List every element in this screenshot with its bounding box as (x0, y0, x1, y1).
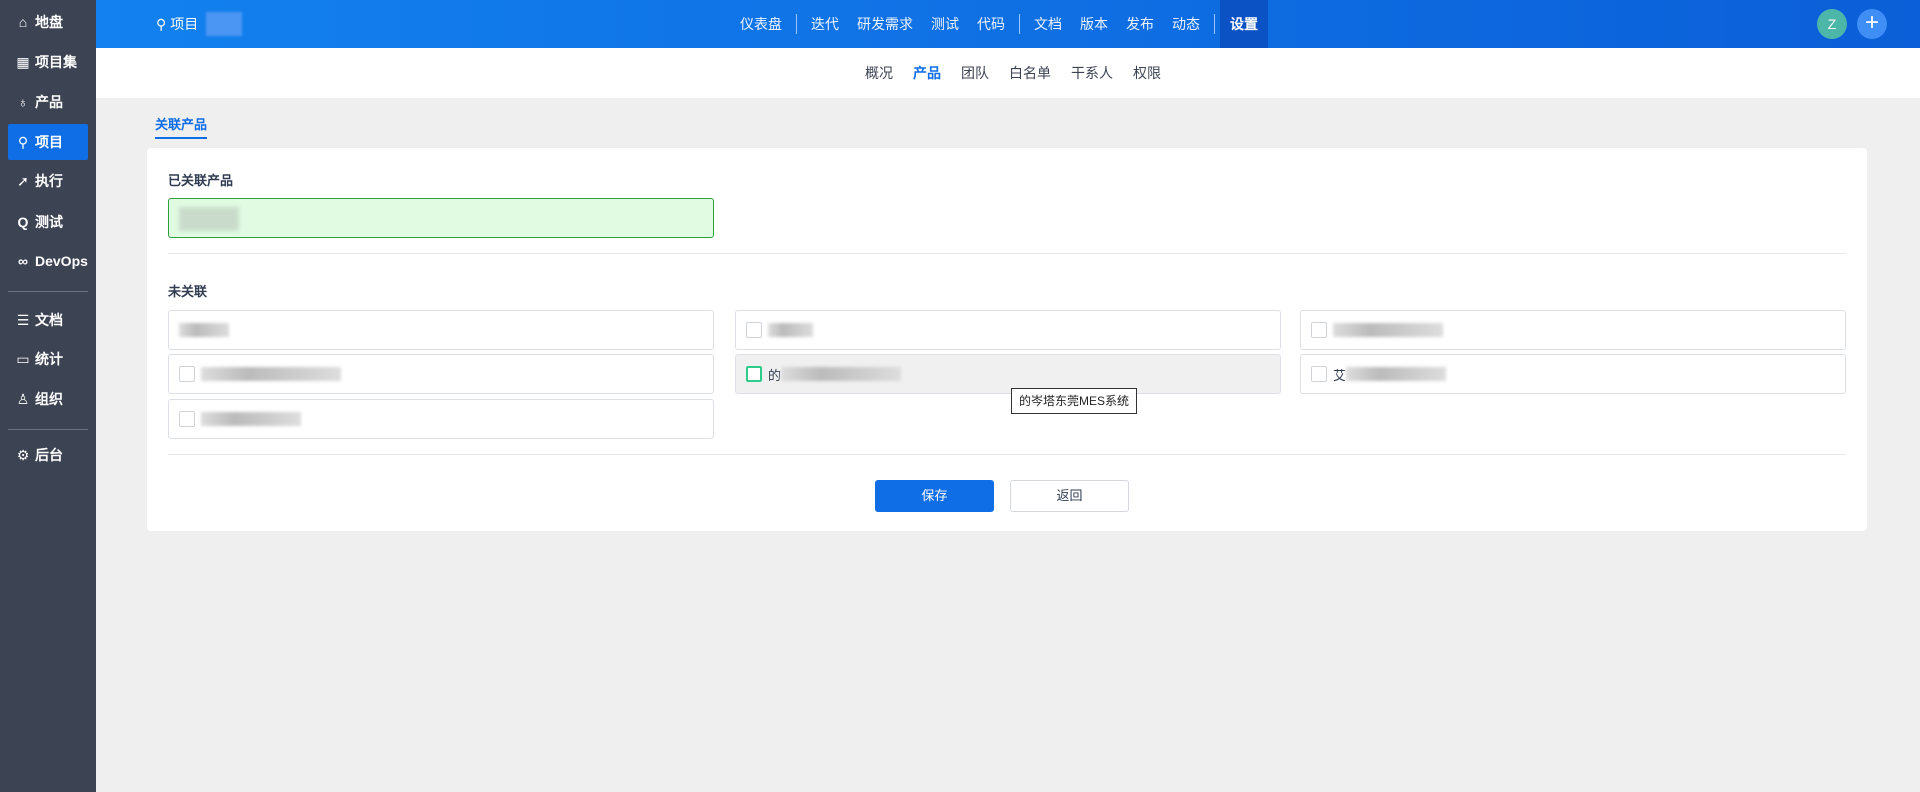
user-icon: ♙ (16, 390, 30, 407)
sidebar-item-doc[interactable]: ☰ 文档 (8, 302, 88, 338)
project-label: 项目 (170, 16, 199, 32)
checkbox[interactable] (746, 322, 762, 338)
product-option[interactable]: 艾 (1300, 354, 1846, 394)
linked-product-item[interactable] (168, 198, 714, 238)
sidebar-item-admin[interactable]: ⚙ 后台 (8, 437, 88, 473)
subnav-product[interactable]: 产品 (903, 63, 951, 83)
sidebar-item-execution[interactable]: ➚ 执行 (8, 163, 88, 199)
nav-code[interactable]: 代码 (968, 0, 1014, 48)
product-option[interactable] (168, 354, 714, 394)
product-option[interactable] (1300, 310, 1846, 350)
checkbox[interactable] (1311, 322, 1327, 338)
nav-settings[interactable]: 设置 (1220, 0, 1268, 48)
checkbox[interactable] (1311, 366, 1327, 382)
divider (168, 253, 1846, 254)
link-product-card: 已关联产品 未关联 的 艾 保存 返回 (147, 148, 1867, 531)
product-option[interactable] (168, 310, 714, 350)
rocket-icon: ⚲ (156, 15, 167, 32)
sidebar-item-devops[interactable]: ∞ DevOps (8, 243, 88, 279)
nav-release[interactable]: 发布 (1117, 0, 1163, 48)
sidebar-item-label: 项目集 (35, 54, 77, 70)
sub-nav: 概况 产品 团队 白名单 干系人 权限 (96, 48, 1920, 98)
sidebar-item-dashboard[interactable]: ⌂ 地盘 (8, 4, 88, 40)
bulb-icon: ♁ (17, 94, 29, 110)
subnav-privilege[interactable]: 权限 (1123, 63, 1171, 83)
sidebar-item-label: 执行 (35, 173, 63, 189)
sidebar-item-label: 地盘 (35, 14, 63, 30)
sidebar-item-org[interactable]: ♙ 组织 (8, 381, 88, 417)
subnav-overview[interactable]: 概况 (855, 63, 903, 83)
subnav-team[interactable]: 团队 (951, 63, 999, 83)
divider (796, 14, 797, 34)
sidebar-item-project[interactable]: ⚲ 项目 (8, 124, 88, 160)
unlinked-title: 未关联 (168, 284, 208, 299)
sidebar-item-program[interactable]: ▦ 项目集 (8, 44, 88, 80)
tooltip: 的岑塔东莞MES系统 (1011, 388, 1138, 414)
nav-doc[interactable]: 文档 (1025, 0, 1071, 48)
gear-icon: ⚙ (16, 446, 30, 463)
monitor-icon: ▭ (16, 350, 30, 367)
sidebar-item-label: 产品 (35, 94, 63, 110)
search-icon: Q (17, 214, 29, 230)
sidebar-item-label: 组织 (35, 391, 63, 407)
blurred-product-name (179, 207, 239, 231)
subnav-whitelist[interactable]: 白名单 (999, 63, 1061, 83)
checkbox[interactable] (179, 366, 195, 382)
tab-link-product[interactable]: 关联产品 (155, 114, 208, 139)
product-option[interactable] (168, 399, 714, 439)
blurred-text (201, 412, 301, 426)
nav-dashboard[interactable]: 仪表盘 (731, 0, 791, 48)
nav-iteration[interactable]: 迭代 (802, 0, 848, 48)
sidebar-item-label: 统计 (35, 351, 63, 367)
nav-story[interactable]: 研发需求 (848, 0, 922, 48)
sidebar: ⌂ 地盘 ▦ 项目集 ♁ 产品 ⚲ 项目 ➚ 执行 Q 测试 ∞ DevOps ☰ 文档 ▭ 统计… (0, 0, 96, 792)
divider (168, 454, 1846, 455)
divider (1019, 14, 1020, 34)
sidebar-item-label: 后台 (35, 447, 63, 463)
divider (8, 291, 88, 292)
sidebar-item-label: 文档 (35, 312, 63, 328)
divider (1214, 14, 1215, 34)
sidebar-item-test[interactable]: Q 测试 (8, 204, 88, 240)
sidebar-item-label: 测试 (35, 214, 63, 230)
list-icon: ☰ (16, 311, 30, 328)
sidebar-item-product[interactable]: ♁ 产品 (8, 84, 88, 120)
blurred-text (201, 367, 341, 381)
sidebar-item-label: 项目 (35, 134, 63, 150)
infinity-icon: ∞ (18, 253, 28, 269)
nav-test[interactable]: 测试 (922, 0, 968, 48)
sidebar-item-label: DevOps (35, 253, 88, 269)
blurred-text (768, 323, 813, 337)
blurred-text (1346, 367, 1447, 381)
checkbox[interactable] (746, 366, 762, 382)
divider (8, 429, 88, 430)
linked-title: 已关联产品 (168, 173, 234, 188)
blurred-project-name (206, 12, 243, 36)
project-switcher[interactable]: ⚲ 项目 (156, 0, 243, 48)
top-bar: ⚲ 项目 仪表盘 迭代 研发需求 测试 代码 文档 版本 发布 动态 设置 Z + (96, 0, 1920, 48)
blurred-text (1333, 323, 1443, 337)
option-label: 的 (768, 367, 782, 383)
run-icon: ➚ (17, 172, 29, 189)
main-nav: 仪表盘 迭代 研发需求 测试 代码 文档 版本 发布 动态 设置 (731, 0, 1268, 48)
blurred-text (781, 367, 902, 381)
back-button[interactable]: 返回 (1010, 480, 1129, 512)
add-icon[interactable]: + (1857, 9, 1887, 39)
checkbox[interactable] (179, 411, 195, 427)
sidebar-item-stats[interactable]: ▭ 统计 (8, 341, 88, 377)
product-option[interactable] (735, 310, 1281, 350)
nav-dynamic[interactable]: 动态 (1163, 0, 1209, 48)
home-icon: ⌂ (18, 14, 28, 30)
product-option[interactable]: 的 (735, 354, 1281, 394)
avatar[interactable]: Z (1817, 9, 1847, 39)
blurred-text (179, 323, 229, 337)
save-button[interactable]: 保存 (875, 480, 994, 512)
grid-icon: ▦ (16, 53, 30, 70)
subnav-stakeholder[interactable]: 干系人 (1061, 63, 1123, 83)
rocket-icon: ⚲ (17, 133, 29, 150)
option-label: 艾 (1333, 367, 1347, 383)
nav-build[interactable]: 版本 (1071, 0, 1117, 48)
